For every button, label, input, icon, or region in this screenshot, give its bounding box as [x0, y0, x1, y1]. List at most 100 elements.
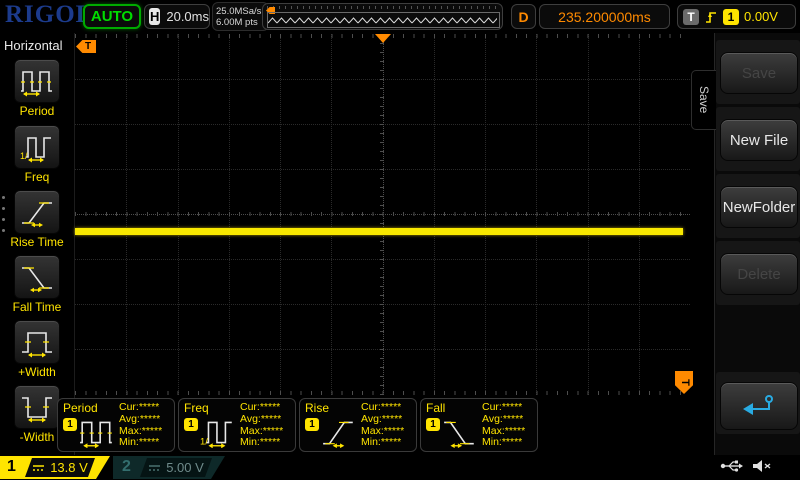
freq-icon: 1/ — [200, 416, 236, 448]
trigger-position-marker-icon — [375, 34, 391, 43]
graticule: T T — [75, 34, 690, 395]
stat-avg: Avg:***** — [119, 414, 162, 426]
stat-avg: Avg:***** — [482, 414, 525, 426]
svg-text:1/: 1/ — [200, 437, 208, 448]
measure-name: Period — [63, 401, 98, 415]
scroll-indicator-dot — [2, 207, 5, 210]
stat-avg: Avg:***** — [240, 414, 283, 426]
measure-panel-fall[interactable]: Fall 1 Cur:***** Avg:***** Max:***** Min… — [420, 398, 538, 452]
delay-d-label: D — [518, 9, 528, 25]
measure-name: Freq — [184, 401, 209, 415]
horizontal-measure-sidebar: Horizontal Period 1/ — [0, 33, 75, 455]
fall-time-icon — [14, 255, 60, 299]
sidebar-item-label: Rise Time — [0, 235, 74, 249]
speaker-muted-icon — [752, 458, 772, 474]
status-icons — [720, 458, 772, 474]
run-status-label: AUTO — [91, 8, 133, 25]
channel-scale-box: 13.8 V — [25, 458, 95, 477]
delete-button[interactable]: Delete — [720, 253, 798, 295]
minus-width-icon — [14, 385, 60, 429]
new-folder-button[interactable]: NewFolder — [720, 186, 798, 228]
measure-name: Fall — [426, 401, 445, 415]
channel-scale: 13.8 V — [50, 460, 88, 475]
sidebar-item-label: Fall Time — [0, 300, 74, 314]
dc-coupling-icon — [148, 464, 161, 472]
plus-width-icon — [14, 320, 60, 364]
preview-tick-ruler — [267, 6, 498, 9]
sample-rate: 25.0MSa/s — [216, 6, 261, 17]
sidebar-item-label: Period — [0, 104, 74, 118]
measure-stats: Cur:***** Avg:***** Max:***** Min:***** — [361, 402, 404, 449]
waveform-preview-bar[interactable] — [262, 3, 503, 30]
menu-tab-save[interactable]: Save — [691, 70, 716, 130]
trigger-time-marker-icon: T — [76, 40, 96, 53]
measure-panel-period[interactable]: Period 1 Cur:***** Avg:***** Max:***** M… — [57, 398, 175, 452]
rising-slope-icon — [704, 10, 718, 24]
measure-name: Rise — [305, 401, 329, 415]
trigger-t-badge: T — [683, 9, 699, 25]
sidebar-item-label: Freq — [0, 170, 74, 184]
sidebar-item-plus-width[interactable]: +Width — [0, 320, 74, 379]
horizontal-h-badge: H — [149, 8, 160, 25]
run-status-badge[interactable]: AUTO — [83, 4, 141, 29]
menu-tab-label: Save — [697, 86, 711, 113]
stat-min: Min:***** — [240, 437, 283, 449]
channel-number: 2 — [122, 458, 131, 476]
freq-icon: 1/ — [14, 125, 60, 169]
usb-icon — [720, 459, 744, 473]
ch1-trace — [75, 228, 683, 235]
stat-avg: Avg:***** — [361, 414, 404, 426]
channel-number: 1 — [7, 458, 16, 476]
measure-panel-rise[interactable]: Rise 1 Cur:***** Avg:***** Max:***** Min… — [299, 398, 417, 452]
new-file-button[interactable]: New File — [720, 119, 798, 161]
channel-1-status[interactable]: 1 13.8 V — [0, 456, 110, 479]
channel-scale-box: 5.00 V — [140, 458, 212, 477]
period-icon — [79, 416, 115, 448]
scroll-indicator-dot — [2, 218, 5, 221]
measure-stats: Cur:***** Avg:***** Max:***** Min:***** — [482, 402, 525, 449]
measure-source-badge: 1 — [305, 418, 319, 431]
sidebar-item-rise-time[interactable]: Rise Time — [0, 190, 74, 249]
sidebar-item-period[interactable]: Period — [0, 59, 74, 118]
measure-source-badge: 1 — [63, 418, 77, 431]
stat-min: Min:***** — [482, 437, 525, 449]
save-button[interactable]: Save — [720, 52, 798, 94]
sidebar-item-fall-time[interactable]: Fall Time — [0, 255, 74, 314]
preview-window — [267, 12, 500, 28]
oscilloscope-screen: RIGOL AUTO H 20.0ms 25.0MSa/s 6.00M pts … — [0, 0, 800, 480]
scroll-indicator-dot — [2, 229, 5, 232]
scroll-indicator-dot — [2, 196, 5, 199]
memory-depth: 6.00M pts — [216, 17, 258, 28]
acquisition-info-box: 25.0MSa/s 6.00M pts — [212, 2, 269, 31]
fall-icon — [442, 416, 478, 448]
delay-d-badge: D — [511, 4, 536, 29]
stat-min: Min:***** — [361, 437, 404, 449]
sidebar-item-freq[interactable]: 1/ Freq — [0, 125, 74, 184]
dc-coupling-icon — [32, 464, 45, 472]
sidebar-item-label: +Width — [0, 365, 74, 379]
trigger-status-box[interactable]: T 1 0.00V — [677, 4, 796, 29]
rigol-logo: RIGOL — [5, 1, 93, 29]
trigger-source-badge: 1 — [723, 9, 739, 25]
stat-min: Min:***** — [119, 437, 162, 449]
timebase-value: 20.0ms — [166, 9, 209, 24]
svg-text:1/: 1/ — [20, 151, 28, 161]
period-icon — [14, 59, 60, 103]
trigger-level-value: 0.00V — [744, 9, 778, 24]
rise-time-icon — [14, 190, 60, 234]
back-button[interactable] — [720, 382, 798, 430]
channel-status-bar: 1 13.8 V 2 5.00 V — [0, 455, 800, 480]
horizontal-timebase-box[interactable]: H 20.0ms — [144, 4, 210, 29]
rise-icon — [321, 416, 357, 448]
channel-scale: 5.00 V — [166, 460, 204, 475]
horizontal-offset-box[interactable]: 235.200000ms — [539, 4, 670, 29]
sidebar-title: Horizontal — [4, 38, 63, 53]
measure-stats: Cur:***** Avg:***** Max:***** Min:***** — [119, 402, 162, 449]
measure-source-badge: 1 — [184, 418, 198, 431]
return-arrow-icon — [741, 394, 777, 418]
measure-panel-freq[interactable]: Freq 1 1/ Cur:***** Avg:***** Max:***** … — [178, 398, 296, 452]
horizontal-offset-value: 235.200000ms — [558, 9, 651, 25]
measure-stats: Cur:***** Avg:***** Max:***** Min:***** — [240, 402, 283, 449]
channel-2-status[interactable]: 2 5.00 V — [113, 456, 225, 479]
measure-source-badge: 1 — [426, 418, 440, 431]
